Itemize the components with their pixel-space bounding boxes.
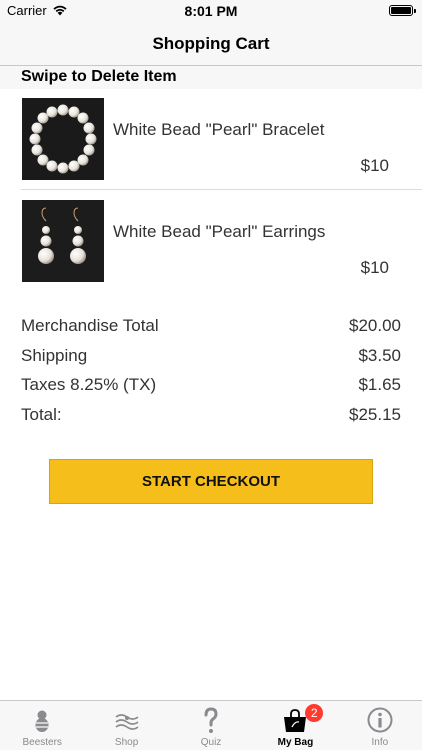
tab-beesters[interactable]: Beesters (0, 701, 84, 750)
merchandise-total-row: Merchandise Total $20.00 (21, 316, 401, 346)
tab-quiz[interactable]: Quiz (169, 701, 253, 750)
summary-label: Total: (21, 404, 62, 424)
navigation-bar: Shopping Cart (0, 22, 422, 66)
total-row: Total: $25.15 (21, 405, 401, 435)
start-checkout-button[interactable]: START CHECKOUT (49, 459, 373, 504)
tab-shop[interactable]: Shop (84, 701, 168, 750)
summary-label: Shipping (21, 345, 88, 365)
tab-label: Shop (114, 737, 139, 748)
summary-value: $1.65 (358, 375, 401, 394)
page-title: Shopping Cart (152, 34, 270, 53)
section-header: Swipe to Delete Item (0, 66, 422, 89)
swipe-hint: Swipe to Delete Item (21, 68, 177, 85)
item-name: White Bead "Pearl" Bracelet (113, 120, 325, 139)
summary-label: Taxes 8.25% (TX) (21, 375, 157, 394)
tab-my-bag[interactable]: 2 My Bag (253, 701, 337, 750)
beester-icon (35, 710, 49, 732)
tab-bar: Beesters Shop Quiz 2 My Bag Info (0, 700, 422, 750)
bag-count-badge: 2 (305, 704, 324, 722)
battery-icon (389, 5, 416, 16)
summary-value: $20.00 (349, 316, 401, 335)
item-price: $10 (360, 258, 389, 277)
item-name: White Bead "Pearl" Earrings (113, 222, 326, 241)
summary-label: Merchandise Total (21, 316, 159, 335)
pearl-bracelet-image (22, 98, 104, 180)
tab-label: Beesters (22, 737, 62, 748)
pearl-earrings-image (22, 200, 104, 282)
item-price: $10 (360, 156, 389, 175)
info-icon (367, 707, 393, 733)
summary-value: $3.50 (358, 345, 401, 365)
shipping-row: Shipping $3.50 (21, 346, 401, 376)
question-mark-icon (204, 707, 218, 733)
tab-info[interactable]: Info (338, 701, 422, 750)
cart-item[interactable]: White Bead "Pearl" Earrings $10 (0, 190, 422, 290)
status-bar: Carrier 8:01 PM (0, 0, 422, 22)
cart-item[interactable]: White Bead "Pearl" Bracelet $10 (0, 88, 422, 188)
tab-label: Info (371, 737, 389, 748)
tab-label: Quiz (200, 737, 222, 748)
tab-label: My Bag (277, 737, 314, 748)
taxes-row: Taxes 8.25% (TX) $1.65 (21, 375, 401, 405)
summary-value: $25.15 (349, 404, 401, 424)
shop-icon (115, 714, 139, 730)
order-summary: Merchandise Total $20.00 Shipping $3.50 … (21, 316, 401, 434)
clock: 8:01 PM (184, 3, 238, 19)
